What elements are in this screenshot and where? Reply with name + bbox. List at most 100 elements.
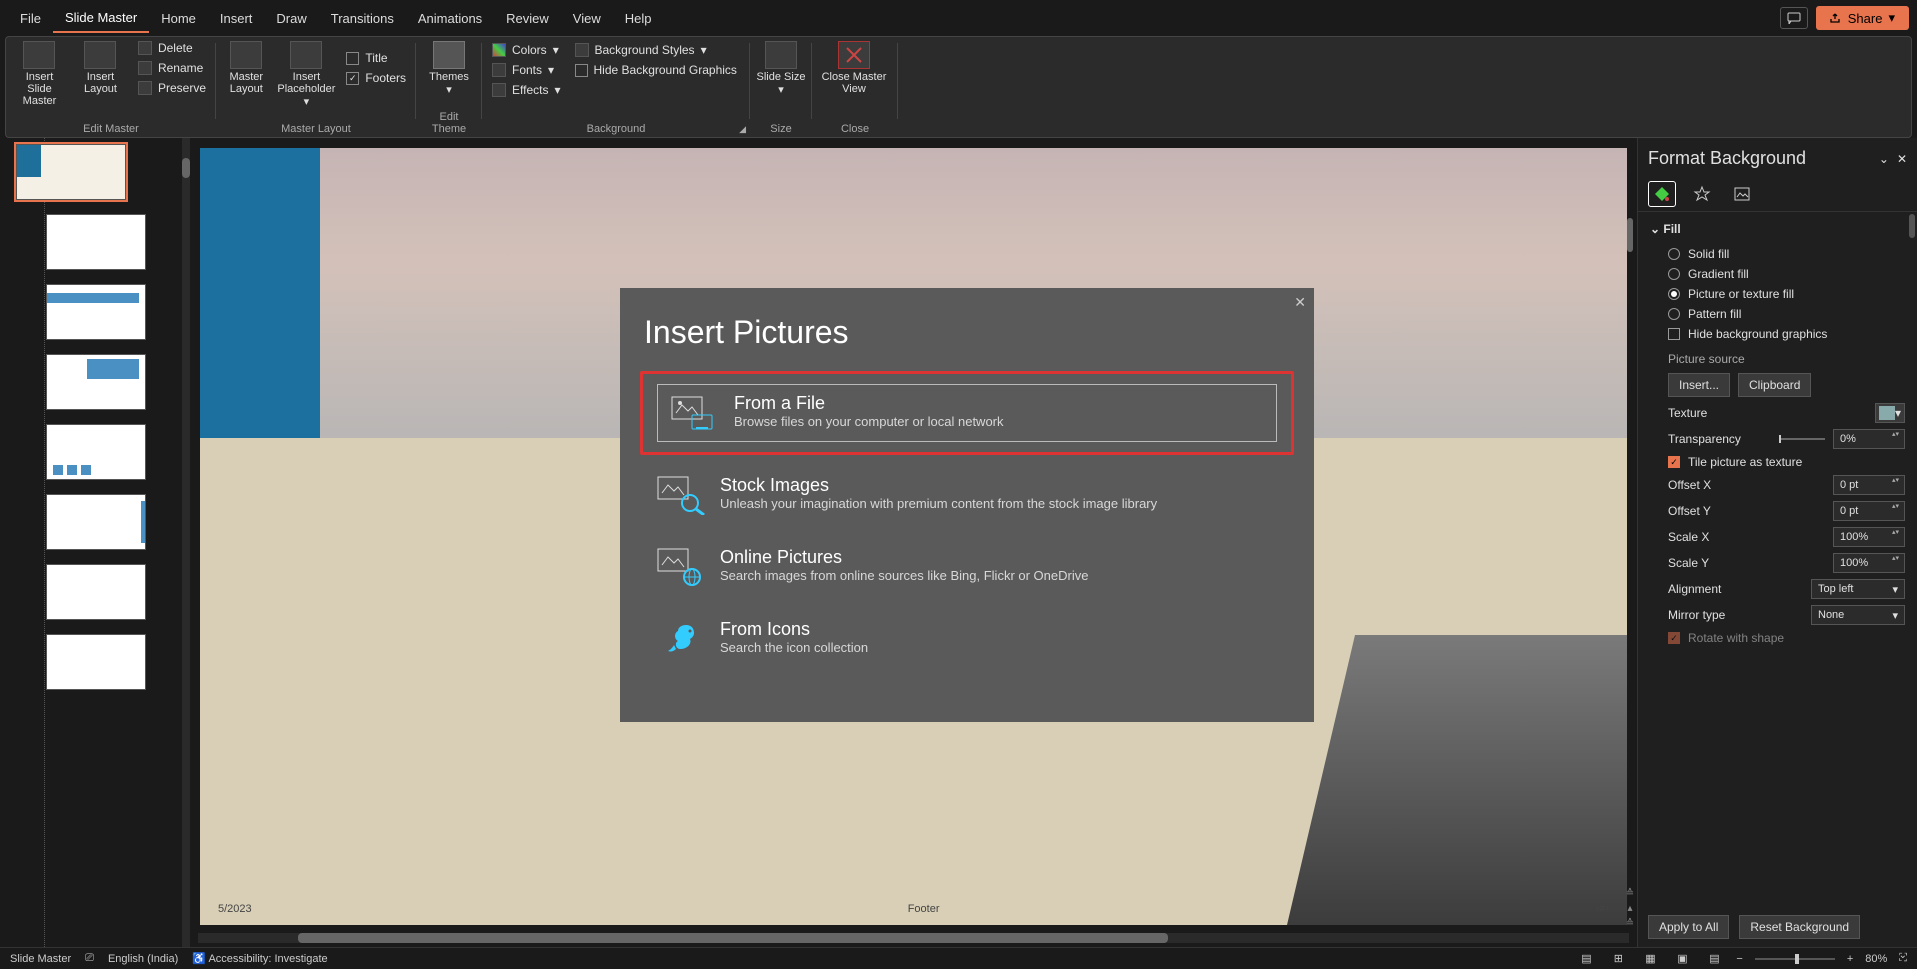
hide-bg-checkbox[interactable]: Hide background graphics	[1650, 324, 1905, 344]
tab-insert[interactable]: Insert	[208, 5, 265, 32]
tab-review[interactable]: Review	[494, 5, 561, 32]
colors-button[interactable]: Colors ▾	[488, 41, 565, 59]
tile-checkbox[interactable]: Tile picture as texture	[1650, 452, 1905, 472]
rotate-checkbox[interactable]: Rotate with shape	[1650, 628, 1905, 648]
themes-button[interactable]: Themes▾	[422, 39, 476, 96]
thumbnail-layout[interactable]	[46, 494, 146, 550]
fill-section-header[interactable]: ⌄ Fill	[1650, 222, 1905, 236]
tab-draw[interactable]: Draw	[264, 5, 318, 32]
option-from-icons[interactable]: From IconsSearch the icon collection	[640, 607, 1294, 671]
tab-view[interactable]: View	[561, 5, 613, 32]
thumbnail-layout[interactable]	[46, 354, 146, 410]
offset-x-input[interactable]: 0 pt▴▾	[1833, 475, 1905, 495]
thumbnail-layout[interactable]	[46, 634, 146, 690]
horizontal-scrollbar[interactable]	[198, 933, 1629, 943]
vertical-scrollbar[interactable]	[1627, 218, 1633, 252]
thumbnail-scrollbar[interactable]	[182, 138, 190, 947]
status-accessibility[interactable]: ♿ Accessibility: Investigate	[192, 952, 327, 965]
scale-x-input[interactable]: 100%▴▾	[1833, 527, 1905, 547]
insert-layout-button[interactable]: Insert Layout	[73, 39, 128, 95]
offset-y-input[interactable]: 0 pt▴▾	[1833, 501, 1905, 521]
tab-transitions[interactable]: Transitions	[319, 5, 406, 32]
pane-options-icon[interactable]: ⌄	[1879, 152, 1889, 166]
option-stock-images[interactable]: Stock ImagesUnleash your imagination wit…	[640, 463, 1294, 527]
gradient-fill-radio[interactable]: Gradient fill	[1650, 264, 1905, 284]
thumbnail-master[interactable]	[16, 144, 126, 200]
effects-tab-icon[interactable]	[1688, 181, 1716, 207]
sorter-view-icon[interactable]: ▦	[1640, 952, 1660, 965]
transparency-label: Transparency	[1668, 432, 1771, 446]
close-icon[interactable]: ✕	[1294, 294, 1306, 311]
option-online-pictures[interactable]: Online PicturesSearch images from online…	[640, 535, 1294, 599]
scale-y-input[interactable]: 100%▴▾	[1833, 553, 1905, 573]
option-from-file[interactable]: From a FileBrowse files on your computer…	[640, 371, 1294, 455]
texture-picker[interactable]: ▾	[1875, 403, 1905, 423]
thumbnail-layout[interactable]	[46, 424, 146, 480]
group-label: Edit Master	[12, 123, 210, 137]
picture-fill-radio[interactable]: Picture or texture fill	[1650, 284, 1905, 304]
preserve-button[interactable]: Preserve	[134, 79, 210, 97]
slide-date: 5/2023	[218, 903, 252, 915]
transparency-input[interactable]: 0%▴▾	[1833, 429, 1905, 449]
status-language[interactable]: English (India)	[108, 953, 178, 965]
nav-icon[interactable]: ▴	[1627, 903, 1632, 914]
pattern-fill-radio[interactable]: Pattern fill	[1650, 304, 1905, 324]
offset-x-label: Offset X	[1668, 478, 1825, 492]
fonts-button[interactable]: Fonts ▾	[488, 61, 565, 79]
reading-view-icon[interactable]: ▣	[1672, 952, 1692, 965]
fill-tab-icon[interactable]	[1648, 181, 1676, 207]
slideshow-view-icon[interactable]: ▤	[1704, 952, 1724, 965]
solid-fill-radio[interactable]: Solid fill	[1650, 244, 1905, 264]
collapse-ribbon-icon[interactable]: ⌄	[1899, 950, 1907, 961]
thumbnail-layout[interactable]	[46, 214, 146, 270]
tab-animations[interactable]: Animations	[406, 5, 494, 32]
insert-slide-master-button[interactable]: Insert Slide Master	[12, 39, 67, 107]
stock-icon	[656, 475, 706, 515]
zoom-in-icon[interactable]: +	[1847, 953, 1853, 965]
pane-close-icon[interactable]: ✕	[1897, 152, 1907, 166]
thumbnail-layout[interactable]	[46, 284, 146, 340]
tab-file[interactable]: File	[8, 5, 53, 32]
slide-stage: 5/2023 Footer ‹#› ✕ Insert Pictures From…	[190, 138, 1637, 947]
slide-footer: Footer	[908, 903, 940, 915]
notes-button[interactable]: ▤	[1576, 952, 1596, 965]
master-layout-button[interactable]: Master Layout	[222, 39, 271, 95]
footers-checkbox[interactable]: Footers	[342, 69, 410, 87]
close-master-view-button[interactable]: Close Master View	[818, 39, 890, 95]
effects-button[interactable]: Effects ▾	[488, 81, 565, 99]
tab-help[interactable]: Help	[613, 5, 664, 32]
option-desc: Search the icon collection	[720, 640, 868, 655]
normal-view-icon[interactable]: ⊞	[1608, 952, 1628, 965]
hide-bg-graphics-checkbox[interactable]: Hide Background Graphics	[571, 61, 741, 79]
prev-slide-icon[interactable]: ≙	[1626, 888, 1634, 899]
comments-button[interactable]	[1780, 7, 1808, 29]
clipboard-button[interactable]: Clipboard	[1738, 373, 1811, 397]
insert-placeholder-button[interactable]: Insert Placeholder ▾	[277, 39, 337, 108]
zoom-out-icon[interactable]: −	[1736, 953, 1742, 965]
pane-scrollbar[interactable]	[1909, 214, 1915, 238]
picture-tab-icon[interactable]	[1728, 181, 1756, 207]
dialog-launcher-icon[interactable]: ◢	[739, 124, 746, 135]
reset-background-button[interactable]: Reset Background	[1739, 915, 1860, 939]
share-button[interactable]: Share ▾	[1816, 6, 1909, 30]
tab-slide-master[interactable]: Slide Master	[53, 4, 149, 33]
rename-button[interactable]: Rename	[134, 59, 210, 77]
next-slide-icon[interactable]: ≙	[1626, 918, 1634, 929]
slide-number: ‹#›	[1596, 903, 1609, 915]
mirror-select[interactable]: None▾	[1811, 605, 1905, 625]
zoom-value[interactable]: 80%	[1865, 953, 1887, 965]
zoom-slider[interactable]	[1755, 958, 1835, 960]
thumbnail-layout[interactable]	[46, 564, 146, 620]
share-icon	[1830, 12, 1842, 24]
offset-y-label: Offset Y	[1668, 504, 1825, 518]
background-styles-button[interactable]: Background Styles ▾	[571, 41, 741, 59]
alignment-select[interactable]: Top left▾	[1811, 579, 1905, 599]
slide-size-button[interactable]: Slide Size ▾	[756, 39, 806, 96]
tab-home[interactable]: Home	[149, 5, 208, 32]
thumbnail-pane	[0, 138, 190, 947]
title-checkbox[interactable]: Title	[342, 49, 410, 67]
apply-to-all-button[interactable]: Apply to All	[1648, 915, 1729, 939]
insert-button[interactable]: Insert...	[1668, 373, 1730, 397]
delete-button[interactable]: Delete	[134, 39, 210, 57]
scale-y-label: Scale Y	[1668, 556, 1825, 570]
